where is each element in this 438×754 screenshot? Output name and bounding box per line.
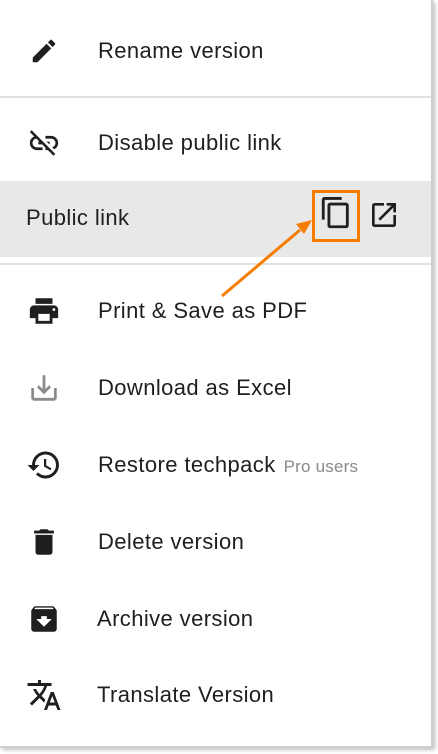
download-icon [24, 368, 64, 408]
menu-item-label: Restore techpack Pro users [98, 452, 358, 478]
menu-item-label: Disable public link [98, 130, 282, 155]
menu-item-delete-version[interactable]: Delete version [0, 509, 431, 575]
divider [0, 263, 431, 265]
menu-item-disable-public-link[interactable]: Disable public link [0, 110, 431, 176]
menu-item-label: Download as Excel [98, 375, 292, 400]
archive-icon [24, 599, 64, 639]
printer-icon [24, 291, 64, 331]
restore-label-text: Restore techpack [98, 452, 276, 477]
version-menu: Rename version Disable public link Publi… [0, 0, 433, 748]
menu-item-label: Rename version [98, 38, 264, 63]
copy-icon [319, 195, 353, 238]
copy-link-button[interactable] [312, 190, 360, 242]
open-in-new-icon [368, 199, 400, 236]
translate-icon [24, 675, 64, 715]
menu-item-archive-version[interactable]: Archive version [0, 586, 431, 652]
divider [0, 96, 431, 98]
history-icon [24, 445, 64, 485]
pencil-icon [24, 31, 64, 71]
menu-item-label: Translate Version [97, 682, 275, 707]
open-public-link-button[interactable] [368, 201, 400, 233]
menu-item-restore-techpack[interactable]: Restore techpack Pro users [0, 432, 431, 498]
public-link-row: Public link [0, 181, 431, 257]
menu-item-translate-version[interactable]: Translate Version [0, 662, 431, 728]
trash-icon [24, 522, 64, 562]
menu-item-label: Delete version [98, 529, 245, 554]
public-link-label: Public link [26, 205, 130, 230]
pro-users-badge: Pro users [283, 457, 359, 476]
menu-item-rename-version[interactable]: Rename version [0, 18, 431, 84]
menu-item-label: Archive version [97, 606, 254, 631]
link-off-icon [24, 123, 64, 163]
menu-item-print-save-pdf[interactable]: Print & Save as PDF [0, 278, 431, 344]
menu-item-label: Print & Save as PDF [98, 298, 308, 323]
menu-item-download-excel[interactable]: Download as Excel [0, 355, 431, 421]
